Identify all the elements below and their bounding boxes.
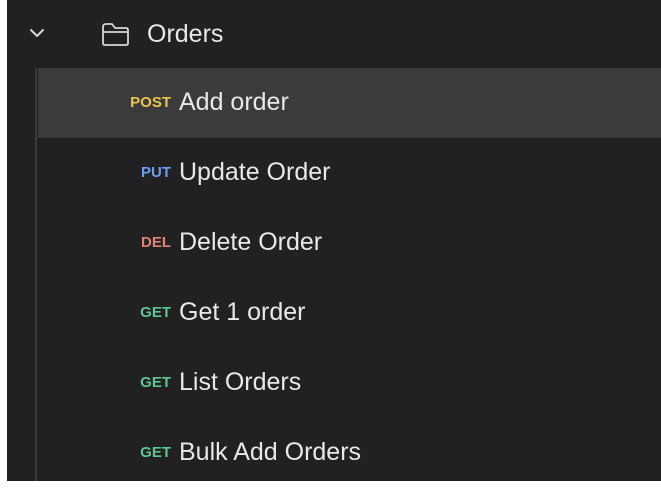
method-badge: DEL bbox=[141, 234, 171, 251]
method-badge: GET bbox=[140, 444, 171, 461]
folder-label: Orders bbox=[147, 20, 224, 48]
request-label: Bulk Add Orders bbox=[179, 438, 362, 466]
method-badge: PUT bbox=[141, 164, 171, 181]
request-label: Update Order bbox=[179, 158, 331, 186]
chevron-down-icon[interactable] bbox=[29, 27, 45, 39]
method-badge: GET bbox=[140, 304, 171, 321]
request-item-bulk-add-orders[interactable]: GET Bulk Add Orders bbox=[38, 418, 661, 488]
collection-sidebar: Orders POST Add order PUT Update Order D… bbox=[0, 0, 661, 487]
request-label: Add order bbox=[179, 88, 289, 116]
frame-edge-bottom bbox=[0, 481, 661, 487]
request-item-update-order[interactable]: PUT Update Order bbox=[38, 138, 661, 208]
request-item-get-1-order[interactable]: GET Get 1 order bbox=[38, 278, 661, 348]
request-label: Get 1 order bbox=[179, 298, 306, 326]
request-item-list-orders[interactable]: GET List Orders bbox=[38, 348, 661, 418]
request-label: Delete Order bbox=[179, 228, 323, 256]
request-item-add-order[interactable]: POST Add order bbox=[38, 68, 661, 138]
request-label: List Orders bbox=[179, 368, 302, 396]
frame-edge-left bbox=[0, 0, 7, 487]
method-badge: GET bbox=[140, 374, 171, 391]
folder-icon bbox=[102, 23, 129, 46]
method-badge: POST bbox=[130, 94, 171, 111]
tree-indent-guide bbox=[35, 68, 37, 481]
request-item-delete-order[interactable]: DEL Delete Order bbox=[38, 208, 661, 278]
